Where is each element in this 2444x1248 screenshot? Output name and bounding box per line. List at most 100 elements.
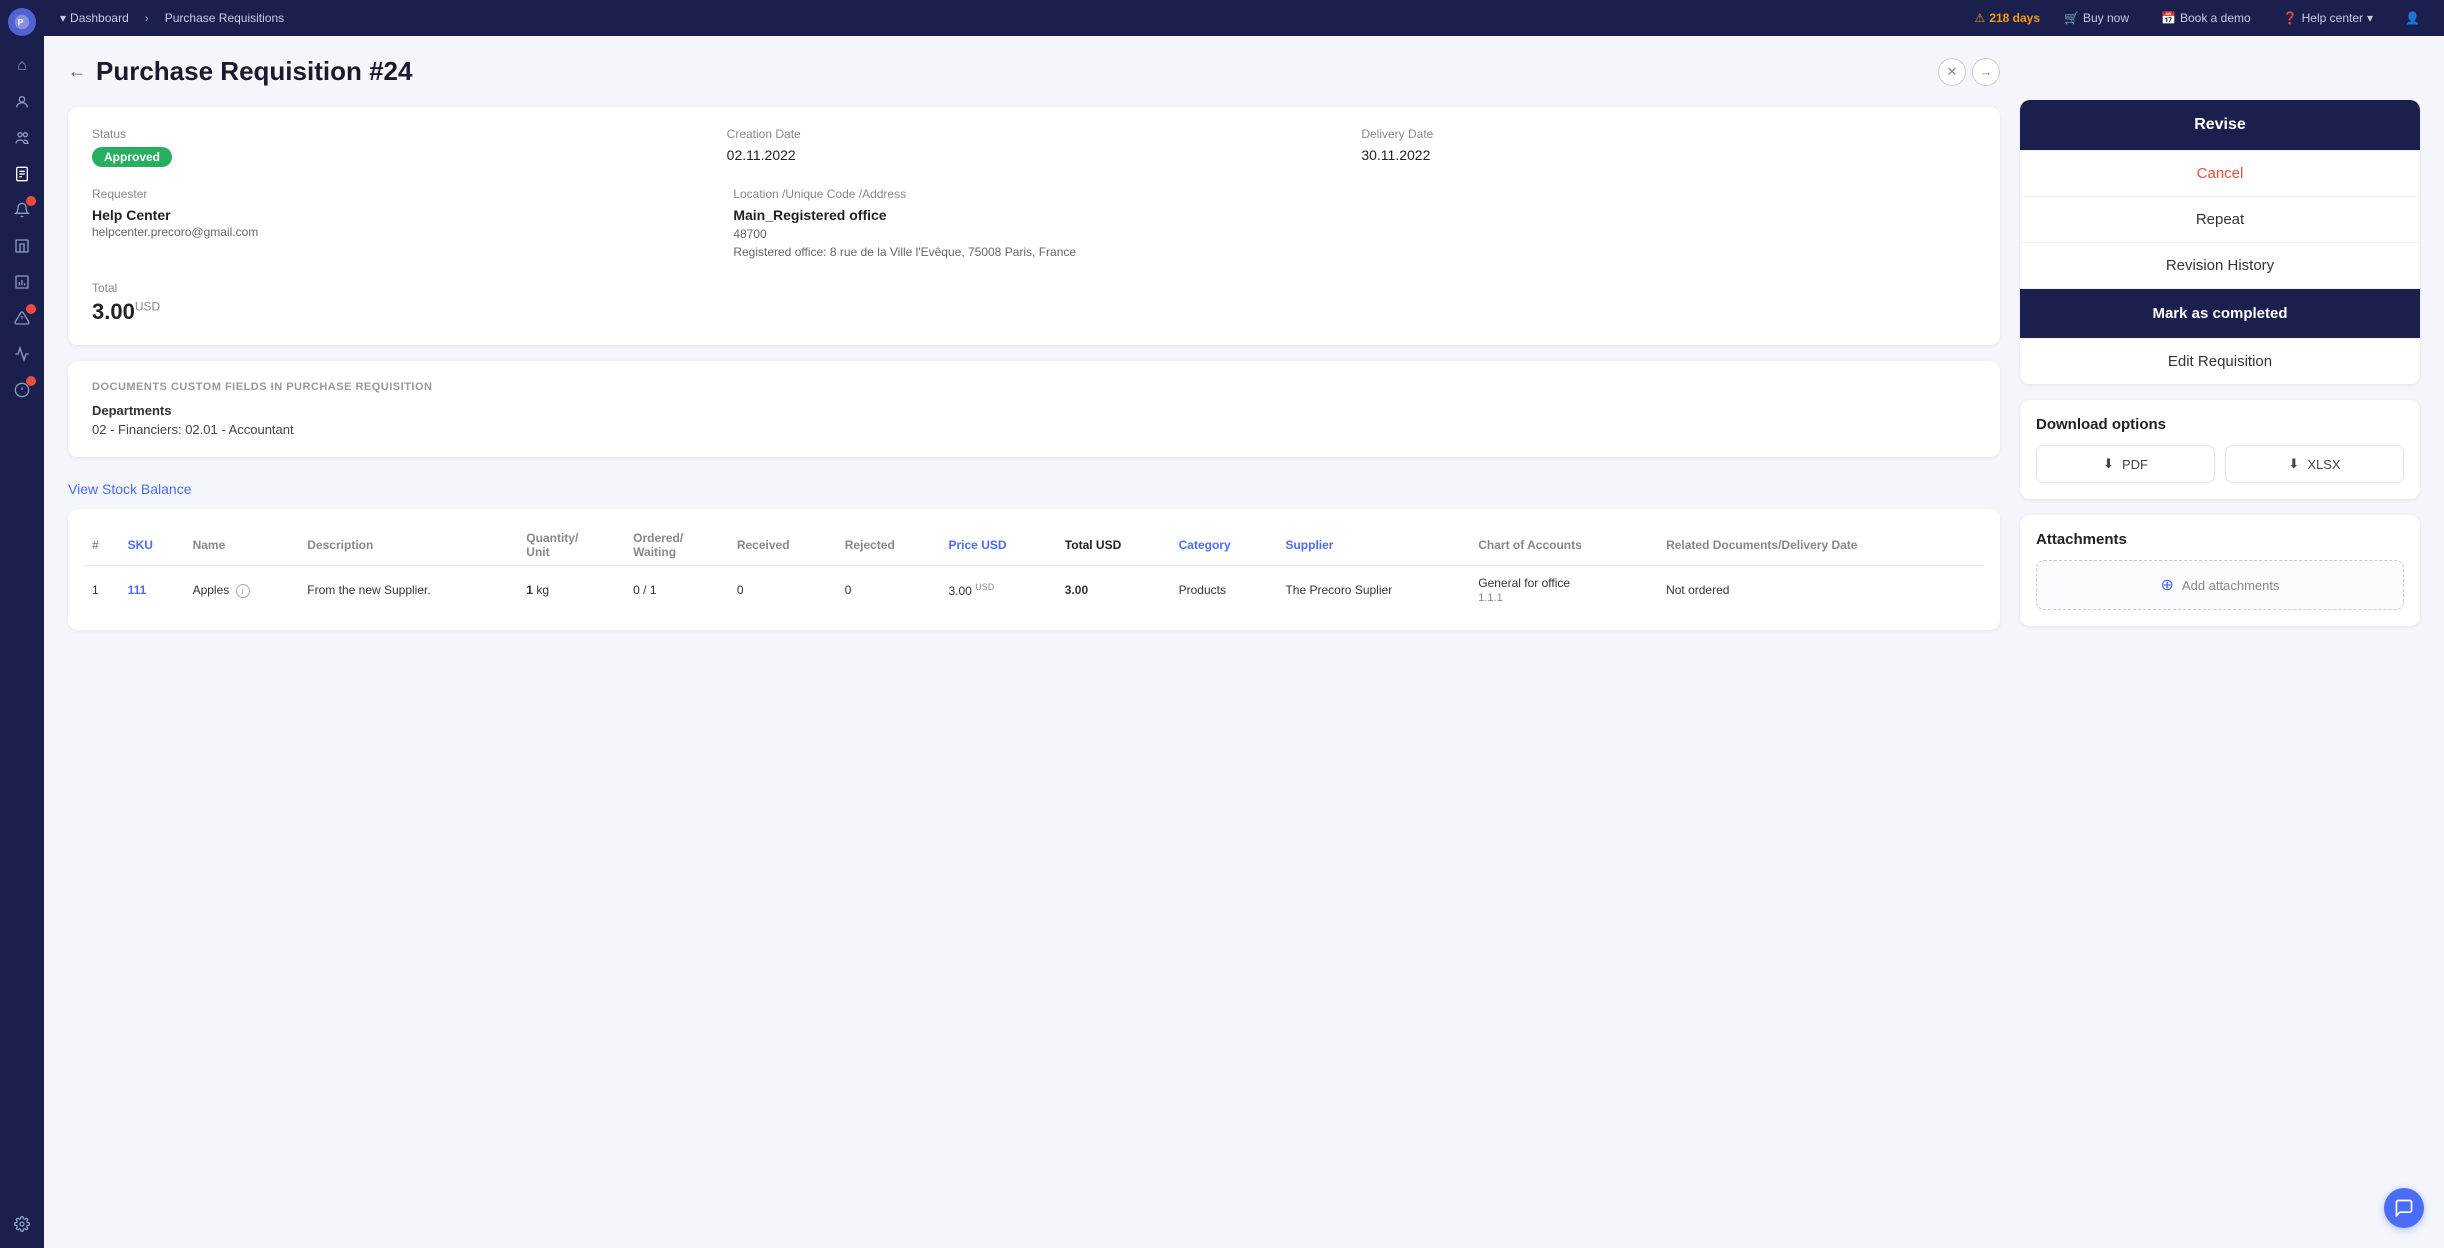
xlsx-label: XLSX (2307, 457, 2340, 472)
pdf-label: PDF (2122, 457, 2148, 472)
notification2-badge (26, 376, 36, 386)
nav-purchase-requisitions[interactable]: Purchase Requisitions (165, 11, 284, 25)
col-supplier: Supplier (1277, 525, 1470, 566)
col-sku: SKU (120, 525, 185, 566)
close-button[interactable]: ✕ (1938, 58, 1966, 86)
table-row: 1 111 Apples i From the new Supplier. 1 … (84, 566, 1984, 615)
people-icon[interactable] (6, 122, 38, 154)
book-demo-button[interactable]: 📅 Book a demo (2153, 9, 2259, 27)
revise-button[interactable]: Revise (2020, 100, 2420, 150)
location-address: Registered office: 8 rue de la Ville l'E… (733, 245, 1076, 259)
user-menu-button[interactable]: 👤 (2397, 9, 2428, 27)
back-button[interactable]: ← (68, 61, 86, 82)
creation-date-value: 02.11.2022 (727, 147, 1342, 163)
sidebar: P ⌂ (0, 0, 44, 1248)
main-area: ▾ Dashboard › Purchase Requisitions ⚠ 21… (44, 0, 2444, 1248)
status-label: Status (92, 127, 707, 141)
requisition-icon[interactable] (6, 158, 38, 190)
download-section-title: Download options (2036, 416, 2404, 433)
departments-label: Departments (92, 403, 1976, 418)
download-xlsx-button[interactable]: ⬇ XLSX (2225, 445, 2404, 483)
action-buttons-panel: Revise Cancel Repeat Revision History Ma… (2020, 100, 2420, 384)
right-column: Revise Cancel Repeat Revision History Ma… (2020, 56, 2420, 1228)
cancel-button[interactable]: Cancel (2020, 150, 2420, 196)
cell-rejected: 0 (837, 566, 941, 615)
total-value: 3.00USD (92, 299, 1976, 325)
alert-icon[interactable] (6, 302, 38, 334)
nav-dashboard-label: Dashboard (70, 11, 129, 25)
chat-icon (2394, 1198, 2414, 1218)
col-chart-accounts: Chart of Accounts (1470, 525, 1658, 566)
cell-total-usd: 3.00 (1057, 566, 1171, 615)
download-pdf-button[interactable]: ⬇ PDF (2036, 445, 2215, 483)
cell-price-usd: 3.00 USD (941, 566, 1057, 615)
col-rejected: Rejected (837, 525, 941, 566)
stock-section: View Stock Balance # SKU Name Descriptio… (68, 481, 2000, 630)
page-title: Purchase Requisition #24 (96, 56, 412, 87)
col-category: Category (1171, 525, 1278, 566)
notification2-icon[interactable] (6, 374, 38, 406)
col-total-usd: Total USD (1057, 525, 1171, 566)
svg-text:P: P (18, 18, 24, 28)
delivery-date-value: 30.11.2022 (1361, 147, 1976, 163)
col-name: Name (185, 525, 300, 566)
help-center-button[interactable]: ❓ Help center ▾ (2275, 9, 2381, 27)
settings-icon[interactable] (6, 1208, 38, 1240)
requester-label: Requester (92, 187, 713, 201)
info-circle-icon[interactable]: i (236, 584, 250, 598)
plus-circle-icon: ⊕ (2161, 575, 2174, 595)
contacts-icon[interactable] (6, 86, 38, 118)
edit-requisition-button[interactable]: Edit Requisition (2020, 338, 2420, 384)
location-field: Location /Unique Code /Address Main_Regi… (733, 187, 1976, 261)
col-quantity-unit: Quantity/Unit (518, 525, 625, 566)
total-field: Total 3.00USD (92, 281, 1976, 325)
location-name: Main_Registered office (733, 207, 1976, 223)
mark-completed-button[interactable]: Mark as completed (2020, 288, 2420, 338)
warning-icon: ⚠ (1975, 11, 1986, 25)
building-icon[interactable] (6, 230, 38, 262)
cell-supplier: The Precoro Suplier (1277, 566, 1470, 615)
cell-name: Apples i (185, 566, 300, 615)
custom-fields-section-label: DOCUMENTS CUSTOM FIELDS IN PURCHASE REQU… (92, 381, 1976, 393)
creation-date-field: Creation Date 02.11.2022 (727, 127, 1342, 167)
nav-dashboard[interactable]: ▾ Dashboard (60, 11, 129, 25)
add-attachment-label: Add attachments (2182, 578, 2280, 593)
col-ordered-waiting: Ordered/Waiting (625, 525, 729, 566)
revision-history-button[interactable]: Revision History (2020, 242, 2420, 288)
location-label: Location /Unique Code /Address (733, 187, 1976, 201)
home-icon[interactable]: ⌂ (6, 50, 38, 82)
items-table: # SKU Name Description Quantity/Unit Ord… (68, 509, 2000, 630)
view-stock-balance-link[interactable]: View Stock Balance (68, 481, 2000, 497)
info-card: Status Approved Creation Date 02.11.2022… (68, 107, 2000, 345)
notification-badge (26, 196, 36, 206)
custom-fields-card: DOCUMENTS CUSTOM FIELDS IN PURCHASE REQU… (68, 361, 2000, 457)
col-related-docs: Related Documents/Delivery Date (1658, 525, 1984, 566)
cell-quantity-unit: 1 kg (518, 566, 625, 615)
add-attachment-button[interactable]: ⊕ Add attachments (2036, 560, 2404, 610)
app-logo[interactable]: P (8, 8, 36, 36)
cell-ordered-waiting: 0 / 1 (625, 566, 729, 615)
col-received: Received (729, 525, 837, 566)
chart-icon[interactable] (6, 338, 38, 370)
repeat-button[interactable]: Repeat (2020, 196, 2420, 242)
warning-indicator: ⚠ 218 days (1975, 11, 2040, 25)
attachments-section: Attachments ⊕ Add attachments (2020, 515, 2420, 626)
notification-icon[interactable] (6, 194, 38, 226)
help-chevron-icon: ▾ (2367, 11, 2373, 25)
table-header: # SKU Name Description Quantity/Unit Ord… (84, 525, 1984, 566)
calendar-icon: 📅 (2161, 11, 2176, 25)
cell-num: 1 (84, 566, 120, 615)
location-details: 48700 Registered office: 8 rue de la Vil… (733, 225, 1976, 261)
delivery-date-field: Delivery Date 30.11.2022 (1361, 127, 1976, 167)
help-icon: ❓ (2283, 11, 2298, 25)
chat-bubble-button[interactable] (2384, 1188, 2424, 1228)
departments-value: 02 - Financiers: 02.01 - Accountant (92, 422, 1976, 437)
cell-received: 0 (729, 566, 837, 615)
buy-now-button[interactable]: 🛒 Buy now (2056, 9, 2137, 27)
next-button[interactable]: → (1972, 58, 2000, 86)
col-price-usd: Price USD (941, 525, 1057, 566)
reports-icon[interactable] (6, 266, 38, 298)
top-navigation: ▾ Dashboard › Purchase Requisitions ⚠ 21… (44, 0, 2444, 36)
cell-category: Products (1171, 566, 1278, 615)
chevron-down-icon: ▾ (60, 11, 66, 25)
